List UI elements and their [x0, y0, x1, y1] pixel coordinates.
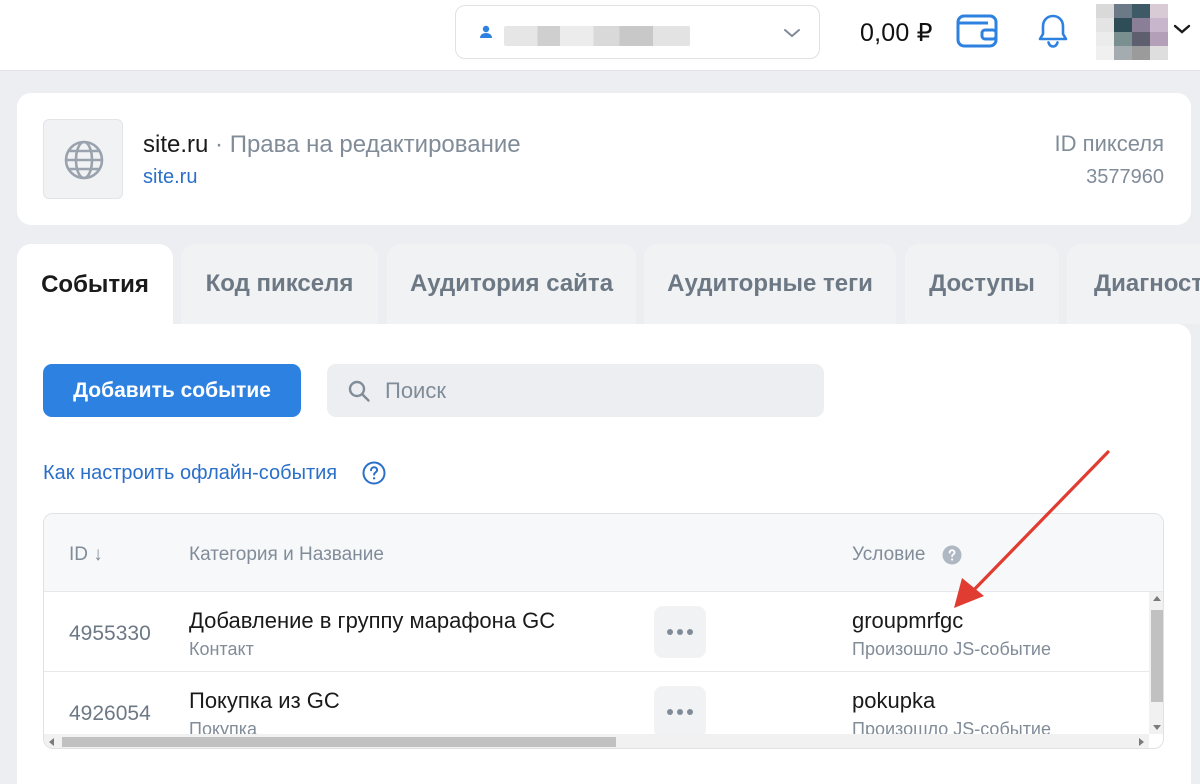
tab-events[interactable]: События [17, 244, 173, 326]
user-icon [480, 25, 492, 38]
top-bar: 0,00 ₽ [0, 0, 1200, 71]
chevron-down-icon [784, 29, 800, 38]
search-field[interactable] [327, 364, 824, 417]
wallet-icon[interactable] [956, 13, 998, 49]
event-id: 4926054 [69, 702, 151, 725]
scrollbar-thumb[interactable] [62, 737, 616, 747]
site-link[interactable]: site.ru [143, 166, 197, 189]
more-horizontal-icon [667, 629, 693, 635]
row-menu-button[interactable] [654, 606, 706, 658]
pixel-id-value: 3577960 [1086, 166, 1164, 188]
column-header-id[interactable]: ID ↓ [69, 544, 103, 566]
pixel-info-card: site.ru · Права на редактирование site.r… [17, 93, 1191, 225]
scroll-down-arrow-icon[interactable] [1153, 725, 1161, 730]
scroll-up-arrow-icon[interactable] [1153, 596, 1161, 601]
scroll-left-arrow-icon[interactable] [49, 738, 54, 746]
site-name: site.ru [143, 131, 209, 158]
question-circle-icon[interactable] [362, 461, 386, 485]
add-event-button[interactable]: Добавить событие [43, 364, 301, 417]
balance-amount: 0,00 ₽ [860, 19, 933, 47]
tab-audience-tags[interactable]: Аудиторные теги [644, 244, 896, 324]
notifications-bell-icon[interactable] [1035, 12, 1071, 50]
scrollbar-thumb[interactable] [1151, 610, 1163, 702]
scroll-right-arrow-icon[interactable] [1139, 738, 1144, 746]
row-menu-button[interactable] [654, 686, 706, 738]
access-rights: Права на редактирование [229, 131, 521, 158]
event-condition: groupmrfgc [852, 608, 964, 633]
tab-site-audience[interactable]: Аудитория сайта [387, 244, 636, 324]
column-header-condition: Условие [852, 544, 926, 565]
offline-events-help-link[interactable]: Как настроить офлайн-события [43, 462, 337, 485]
question-circle-icon[interactable] [942, 545, 962, 565]
column-header-name: Категория и Название [189, 544, 384, 565]
site-title: site.ru · Права на редактирование [143, 131, 521, 159]
event-id: 4955330 [69, 622, 151, 645]
horizontal-scrollbar[interactable] [44, 734, 1149, 748]
search-input[interactable] [385, 364, 805, 417]
tab-access[interactable]: Доступы [905, 244, 1059, 324]
title-separator: · [208, 131, 230, 158]
chevron-down-icon[interactable] [1172, 22, 1192, 36]
globe-icon [64, 140, 104, 180]
tab-diagnostics[interactable]: Диагностика [1067, 244, 1200, 324]
table-row[interactable]: 4955330 Добавление в группу марафона GC … [44, 592, 1149, 672]
tab-pixel-code[interactable]: Код пикселя [181, 244, 378, 324]
event-condition: pokupka [852, 688, 936, 713]
events-table: ID ↓ Категория и Название Условие 495533… [43, 513, 1164, 749]
pixel-id-label: ID пикселя [1054, 131, 1164, 156]
table-header: ID ↓ Категория и Название Условие [44, 514, 1163, 592]
event-name: Добавление в группу марафона GC [189, 608, 556, 633]
search-icon [348, 380, 370, 402]
event-category: Контакт [189, 639, 254, 659]
more-horizontal-icon [667, 709, 693, 715]
account-selector[interactable] [455, 5, 820, 59]
event-condition-type: Произошло JS-событие [852, 639, 1052, 659]
account-name-redacted [504, 26, 690, 46]
site-logo [43, 119, 123, 199]
user-avatar[interactable] [1096, 4, 1168, 60]
event-name: Покупка из GC [189, 688, 340, 713]
vertical-scrollbar[interactable] [1149, 592, 1163, 734]
